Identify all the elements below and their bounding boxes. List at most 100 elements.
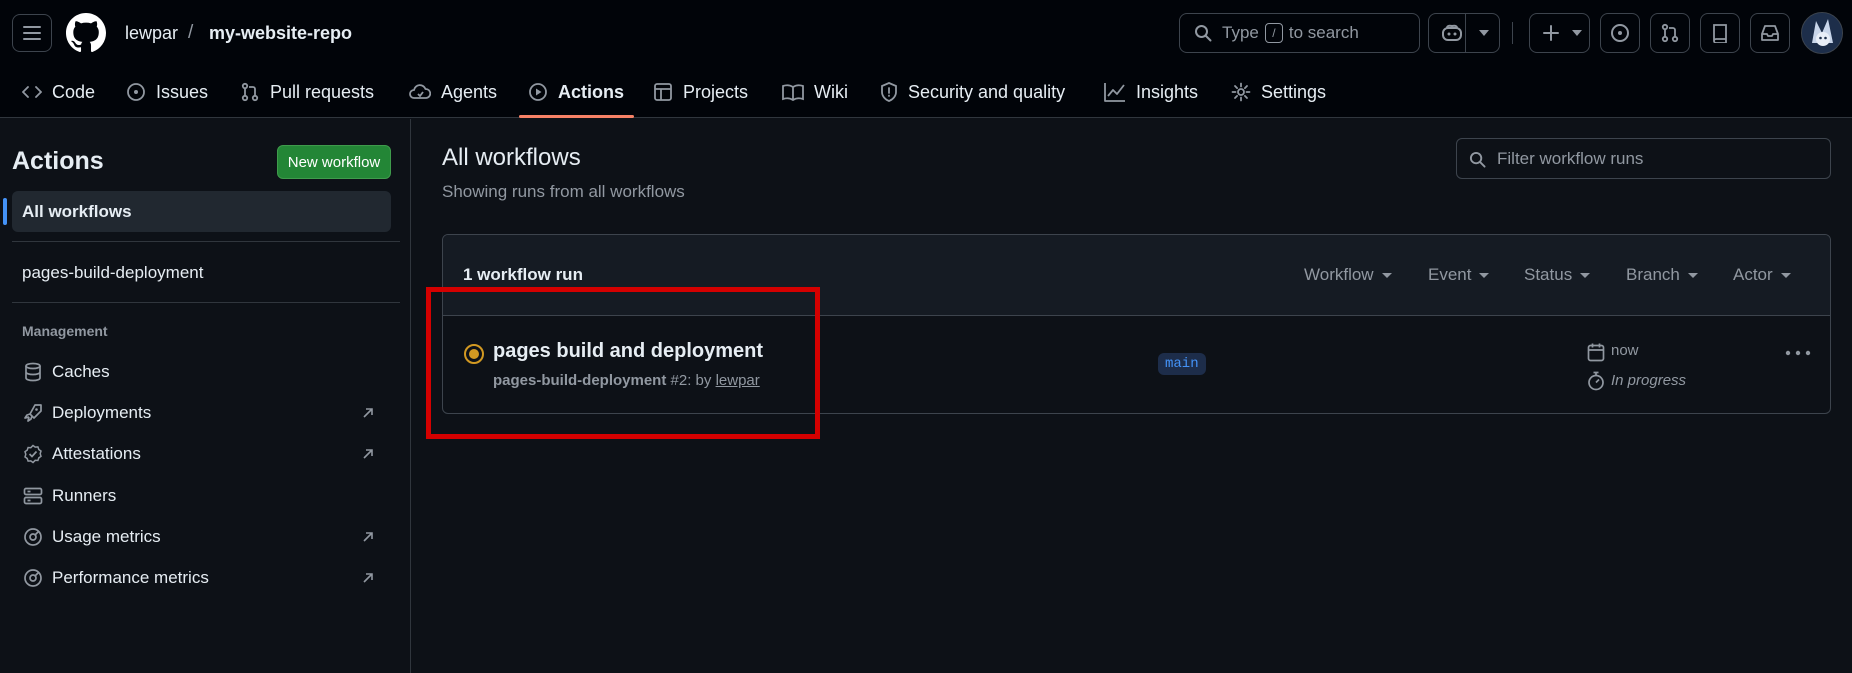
inbox-button[interactable] xyxy=(1750,13,1790,53)
inbox-icon xyxy=(1761,25,1779,41)
page-title: All workflows xyxy=(442,144,581,171)
status-filter-dropdown[interactable]: Status xyxy=(1524,265,1591,285)
sidebar-divider xyxy=(12,302,400,303)
sidebar-item-runners[interactable]: Runners xyxy=(22,481,382,511)
shield-icon xyxy=(881,82,897,102)
table-icon xyxy=(654,83,672,101)
breadcrumb-repo[interactable]: my-website-repo xyxy=(209,23,352,44)
filter-label: Status xyxy=(1524,265,1573,284)
calendar-icon xyxy=(1587,343,1605,362)
filter-runs-input[interactable]: Filter workflow runs xyxy=(1456,138,1831,179)
tab-label: Insights xyxy=(1136,81,1199,102)
stopwatch-icon xyxy=(1588,371,1604,391)
pull-request-icon xyxy=(1661,23,1679,43)
tab-label: Pull requests xyxy=(270,81,375,102)
book-icon xyxy=(782,84,804,101)
tab-label: Wiki xyxy=(814,81,848,102)
caret-down-icon xyxy=(1381,272,1392,278)
sidebar-item-label: Usage metrics xyxy=(52,527,161,546)
plus-icon xyxy=(1543,25,1559,41)
filter-label: Actor xyxy=(1733,265,1773,284)
sidebar-item-usage-metrics[interactable]: Usage metrics xyxy=(22,522,382,552)
avatar[interactable] xyxy=(1801,12,1843,54)
tab-agents[interactable]: Agents xyxy=(409,66,497,118)
sidebar-item-performance-metrics[interactable]: Performance metrics xyxy=(22,563,382,593)
sidebar-divider xyxy=(12,241,400,242)
page-subtitle: Showing runs from all workflows xyxy=(442,182,685,201)
tab-label: Issues xyxy=(156,81,209,102)
sidebar-item-caches[interactable]: Caches xyxy=(22,357,382,387)
graph-icon xyxy=(1104,83,1125,102)
branch-badge[interactable]: main xyxy=(1158,353,1206,375)
sidebar-item-label: Attestations xyxy=(52,444,141,463)
tab-wiki[interactable]: Wiki xyxy=(782,66,848,118)
workflow-filter-dropdown[interactable]: Workflow xyxy=(1304,265,1392,285)
search-icon xyxy=(1195,25,1212,42)
pull-request-icon xyxy=(241,82,259,102)
issue-icon xyxy=(1611,24,1629,42)
sidebar-item-label: All workflows xyxy=(22,201,132,221)
sidebar-item-label: Performance metrics xyxy=(52,568,209,587)
repositories-button[interactable] xyxy=(1700,13,1740,53)
tab-label: Settings xyxy=(1261,81,1327,102)
sidebar-item-label: Deployments xyxy=(52,403,152,422)
database-icon xyxy=(25,362,41,382)
hamburger-icon xyxy=(23,26,41,40)
tab-label: Agents xyxy=(441,81,498,102)
server-icon xyxy=(23,487,43,505)
tab-label: Projects xyxy=(683,81,749,102)
issues-button[interactable] xyxy=(1600,13,1640,53)
pull-requests-button[interactable] xyxy=(1650,13,1690,53)
branch-filter-dropdown[interactable]: Branch xyxy=(1626,265,1698,285)
repo-tabs: Code Issues Pull requests Agents Actions… xyxy=(0,66,1852,118)
breadcrumb-owner[interactable]: lewpar xyxy=(125,23,178,44)
agent-icon xyxy=(409,84,431,99)
event-filter-dropdown[interactable]: Event xyxy=(1428,265,1490,285)
external-link-icon xyxy=(363,449,373,459)
caret-down-icon xyxy=(1580,272,1591,278)
sidebar-item-all-workflows[interactable]: All workflows xyxy=(12,191,391,232)
sidebar-item-attestations[interactable]: Attestations xyxy=(22,439,382,469)
tab-security[interactable]: Security and quality xyxy=(880,66,1065,118)
filter-label: Branch xyxy=(1626,265,1680,284)
sidebar-item-deployments[interactable]: Deployments xyxy=(22,398,382,428)
search-input[interactable]: Type / to search xyxy=(1179,13,1420,53)
menu-button[interactable] xyxy=(12,14,52,52)
active-tab-indicator xyxy=(519,115,634,118)
actions-sidebar: Actions New workflow All workflows pages… xyxy=(0,119,411,673)
search-shortcut-key: / xyxy=(1264,23,1283,43)
create-new-button[interactable] xyxy=(1529,13,1590,53)
gear-icon xyxy=(1231,82,1251,102)
code-icon xyxy=(22,86,42,98)
github-logo-icon[interactable] xyxy=(66,13,106,53)
copilot-icon xyxy=(1442,24,1462,41)
tab-insights[interactable]: Insights xyxy=(1104,66,1198,118)
tab-label: Actions xyxy=(558,81,625,102)
header-divider xyxy=(1512,22,1513,44)
chevron-down-icon[interactable] xyxy=(1479,30,1489,36)
selected-indicator xyxy=(3,198,7,225)
caret-down-icon xyxy=(1780,272,1791,278)
tab-pull-requests[interactable]: Pull requests xyxy=(240,66,374,118)
verified-icon xyxy=(24,444,42,464)
actor-filter-dropdown[interactable]: Actor xyxy=(1733,265,1791,285)
sidebar-title: Actions xyxy=(12,147,104,175)
run-time: now xyxy=(1611,342,1639,359)
annotation-highlight-box xyxy=(426,287,820,439)
tab-issues[interactable]: Issues xyxy=(126,66,208,118)
filter-label: Workflow xyxy=(1304,265,1374,284)
search-suffix: to search xyxy=(1288,23,1359,42)
tab-actions[interactable]: Actions xyxy=(528,66,624,118)
search-prefix: Type xyxy=(1222,23,1259,42)
caret-down-icon xyxy=(1479,272,1490,278)
copilot-button[interactable] xyxy=(1428,13,1500,53)
tab-projects[interactable]: Projects xyxy=(653,66,748,118)
tab-settings[interactable]: Settings xyxy=(1231,66,1326,118)
management-heading: Management xyxy=(22,323,108,339)
sidebar-item-pages-build-deployment[interactable]: pages-build-deployment xyxy=(22,263,203,283)
new-workflow-button[interactable]: New workflow xyxy=(277,145,391,179)
copilot-divider xyxy=(1465,14,1466,52)
tab-code[interactable]: Code xyxy=(22,66,95,118)
issue-icon xyxy=(127,83,145,101)
kebab-menu-icon[interactable] xyxy=(1783,343,1813,363)
